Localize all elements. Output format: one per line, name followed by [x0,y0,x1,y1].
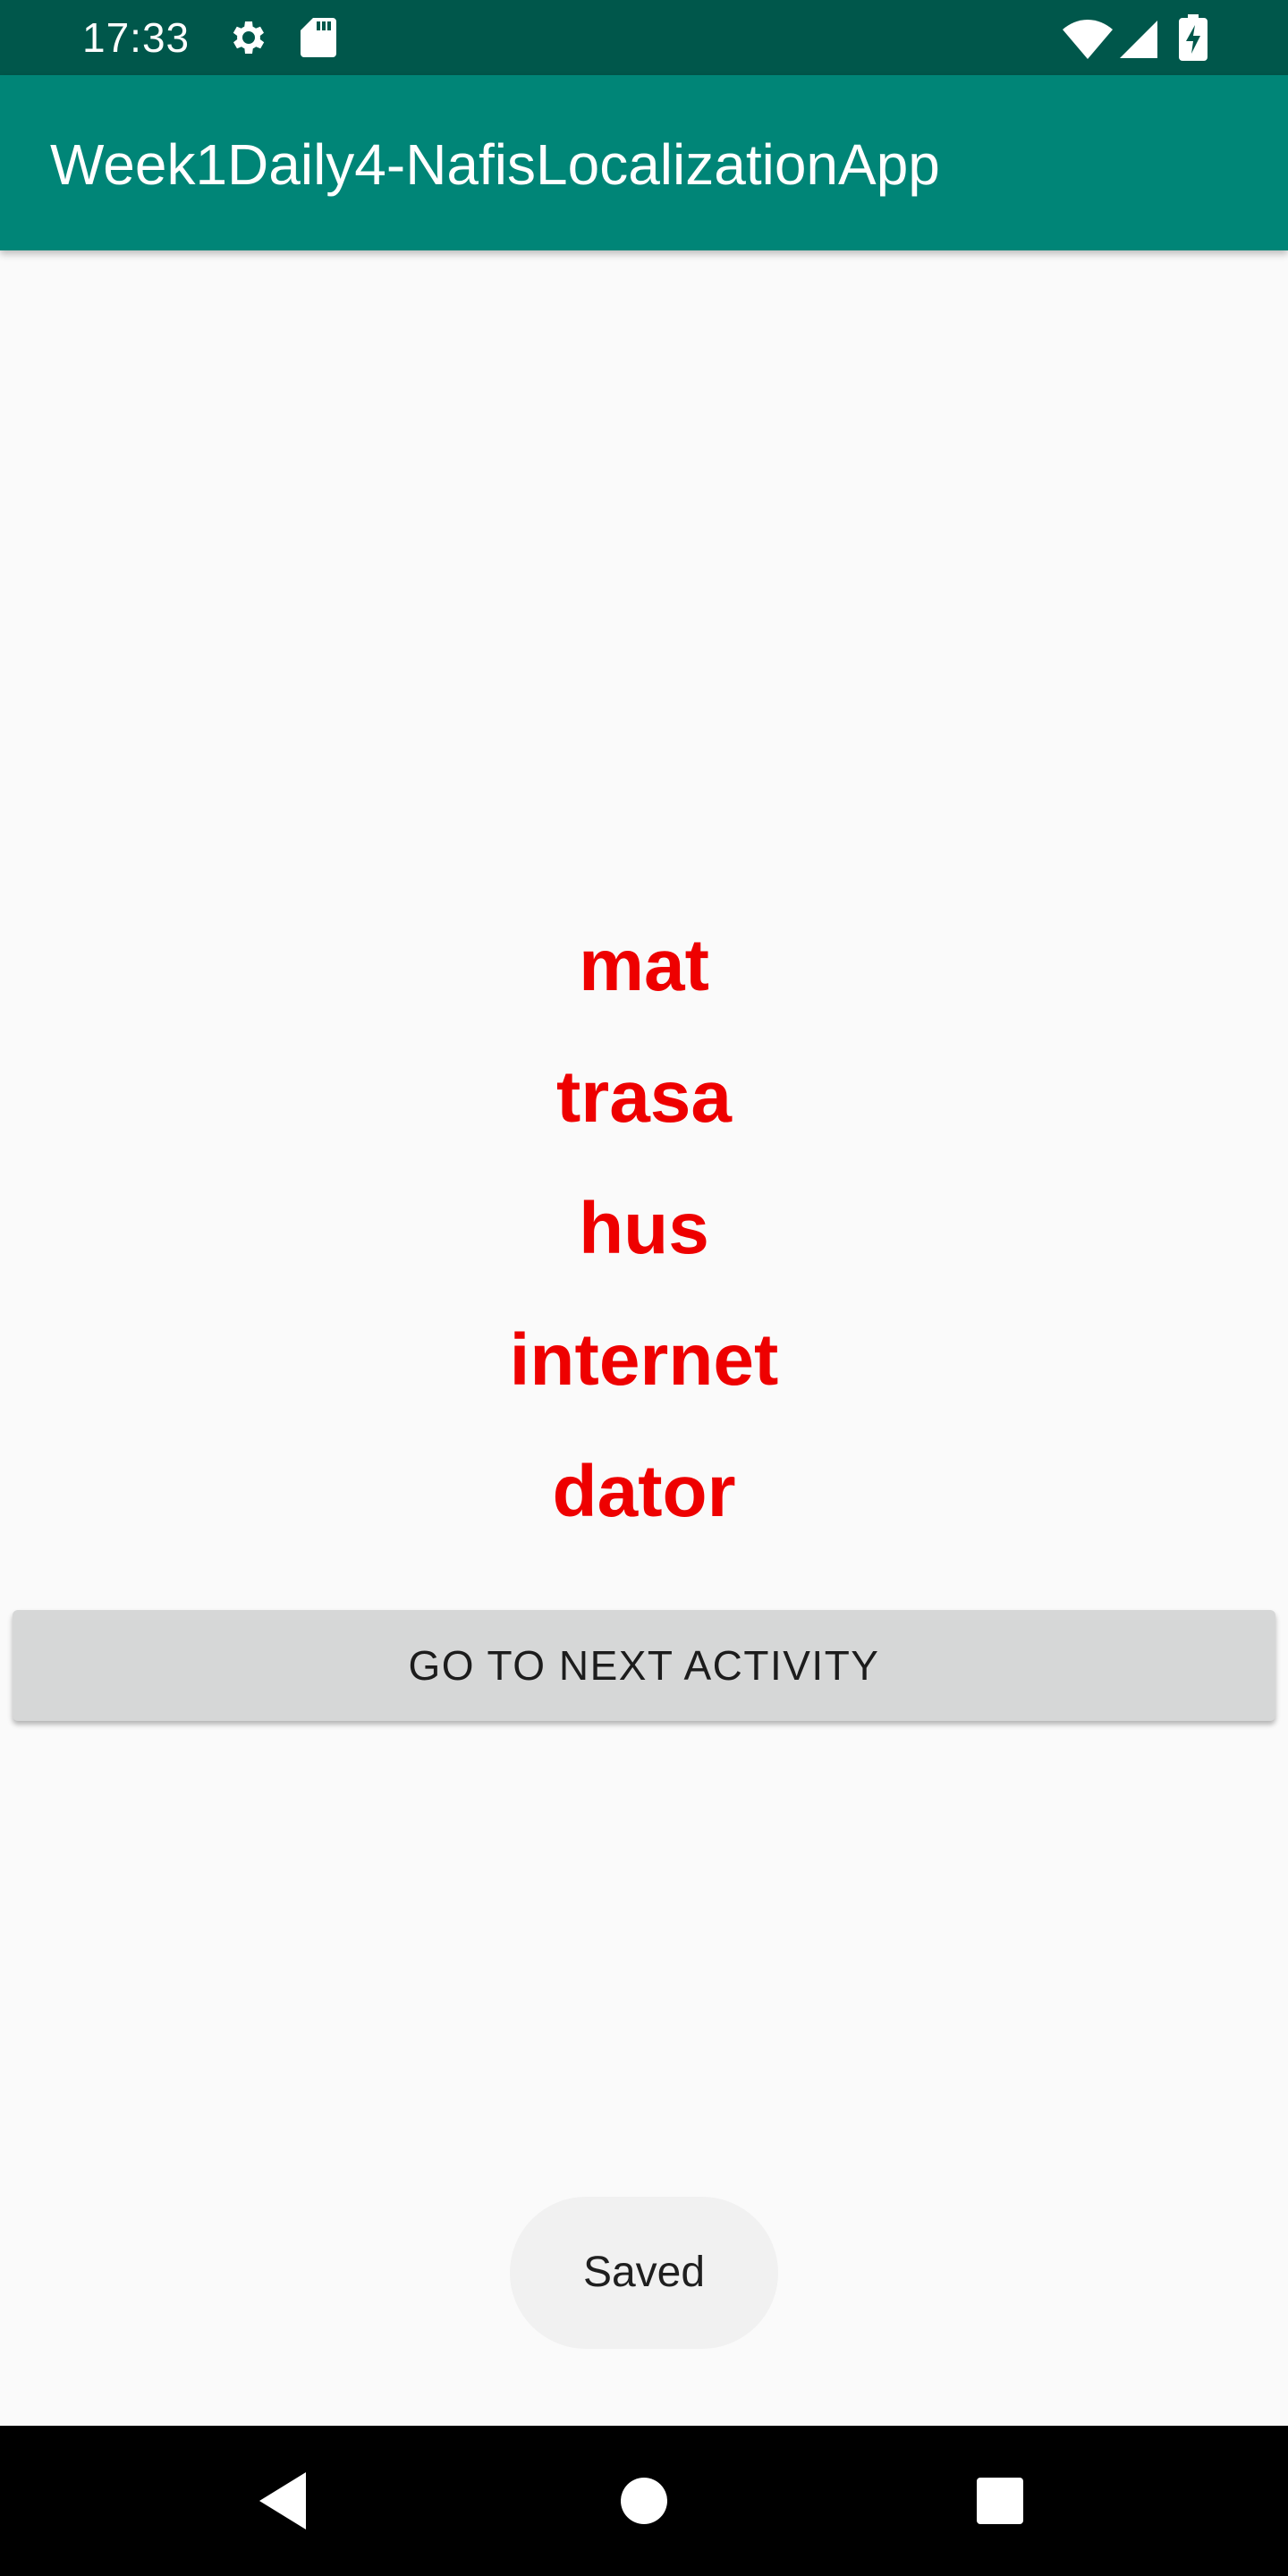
recents-icon[interactable] [964,2465,1036,2537]
status-time: 17:33 [82,14,191,61]
word-item: hus [579,1188,709,1269]
word-item: mat [579,925,709,1006]
battery-charging-icon [1179,14,1208,61]
app-title: Week1Daily4-NafisLocalizationApp [50,132,940,197]
word-item: trasa [555,1056,733,1138]
go-to-next-activity-button[interactable]: GO TO NEXT ACTIVITY [13,1610,1275,1721]
toast: Saved [510,2197,778,2349]
cell-signal-icon [1120,21,1157,58]
word-item: dator [552,1451,736,1532]
app-bar: Week1Daily4-NafisLocalizationApp [0,75,1288,250]
home-icon[interactable] [608,2465,680,2537]
back-icon[interactable] [249,2465,320,2537]
word-item: internet [509,1319,779,1401]
nav-bar [0,2426,1288,2576]
status-bar: 17:33 [0,0,1288,75]
gear-icon [233,21,265,54]
sd-card-icon [301,18,336,57]
wifi-icon [1063,20,1113,59]
screen: 17:33 Week1Daily4-NafisLocalizationApp m… [0,0,1288,2576]
